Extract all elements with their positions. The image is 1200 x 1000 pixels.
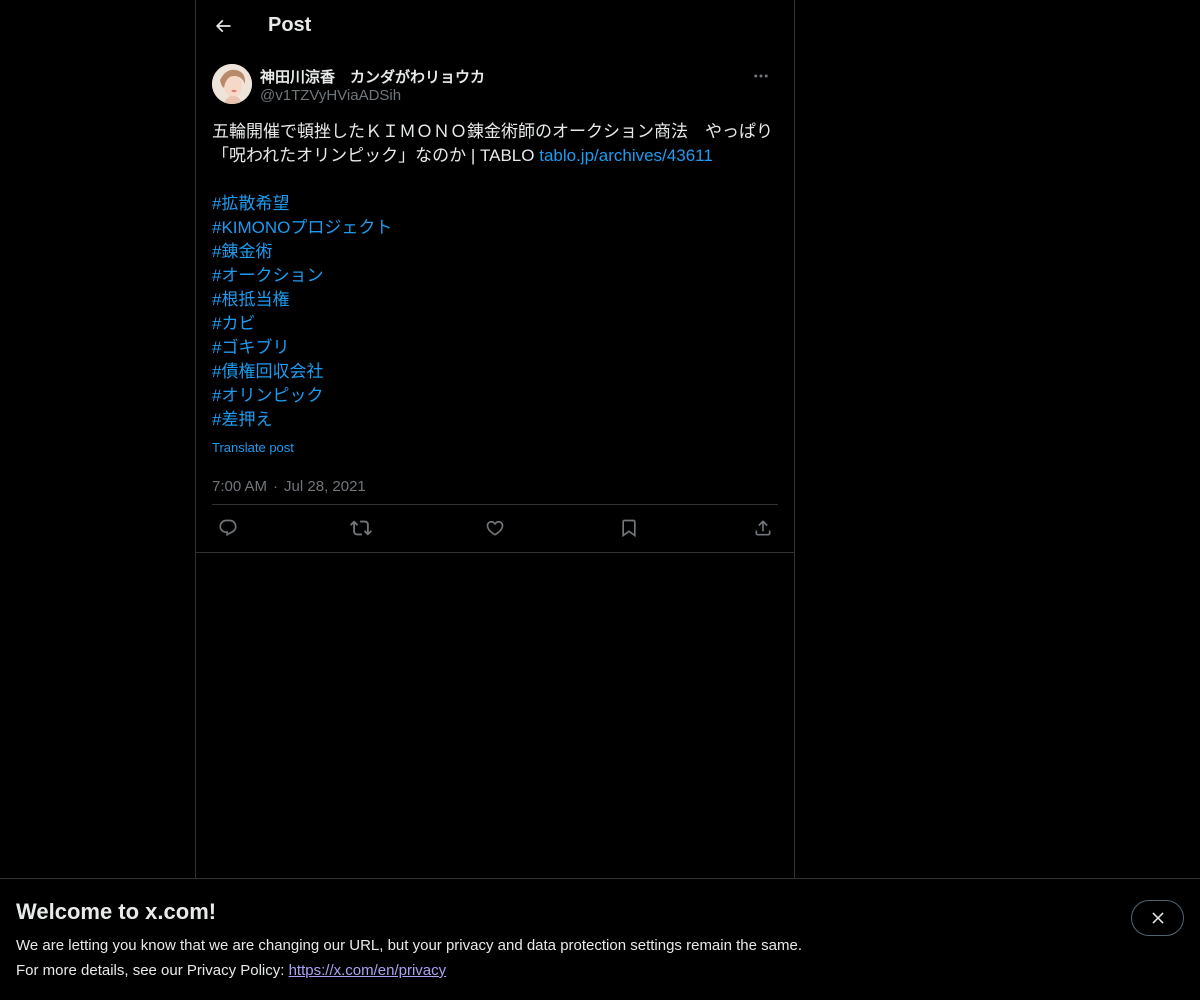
bookmark-icon — [619, 518, 639, 538]
article-link[interactable]: tablo.jp/archives/43611 — [539, 146, 713, 165]
banner-policy-text: For more details, see our Privacy Policy… — [16, 962, 289, 979]
author-name[interactable]: 神田川涼香 カンダがわリョウカ — [260, 66, 485, 87]
reply-button[interactable] — [211, 512, 245, 544]
hashtag-link[interactable]: #拡散希望 — [212, 192, 289, 216]
page-title: Post — [268, 14, 312, 36]
hashtag-link[interactable]: #カビ — [212, 312, 255, 336]
post-time[interactable]: 7:00 AM — [212, 478, 267, 495]
more-dots-icon — [752, 67, 770, 85]
post-date[interactable]: Jul 28, 2021 — [284, 478, 366, 495]
page-header: Post — [196, 0, 794, 54]
author-row: 神田川涼香 カンダがわリョウカ @v1TZVyHViaADSih — [212, 64, 778, 108]
post-actions — [212, 512, 778, 544]
timestamp-separator: · — [273, 478, 279, 495]
hashtag-link[interactable]: #オリンピック — [212, 384, 323, 408]
url-change-banner: Welcome to x.com! We are letting you kno… — [0, 878, 1200, 1000]
banner-title: Welcome to x.com! — [16, 899, 217, 924]
author-handle[interactable]: @v1TZVyHViaADSih — [260, 87, 401, 104]
repost-icon — [350, 517, 372, 539]
post-column: Post 神田川涼香 カンダがわリョウカ @v1TZVyHViaADSih 五輪… — [195, 0, 795, 880]
banner-close-button[interactable] — [1131, 900, 1184, 936]
banner-message: We are letting you know that we are chan… — [16, 937, 802, 954]
share-button[interactable] — [746, 512, 780, 544]
close-icon — [1149, 909, 1167, 927]
back-button[interactable] — [206, 9, 240, 43]
hashtag-link[interactable]: #錬金術 — [212, 240, 272, 264]
post-timestamp: 7:00 AM · Jul 28, 2021 — [212, 478, 778, 500]
divider — [196, 552, 794, 553]
post-text-line: 五輪開催で頓挫したＫＩＭＯＮＯ錬金術師のオークション商法 やっぱり — [212, 122, 773, 141]
more-options-button[interactable] — [744, 64, 778, 88]
avatar[interactable] — [212, 64, 252, 104]
hashtag-list: #拡散希望 #KIMONOプロジェクト #錬金術 #オークション #根抵当権 #… — [212, 192, 778, 432]
like-button[interactable] — [478, 512, 512, 544]
translate-post-link[interactable]: Translate post — [212, 436, 294, 460]
reply-icon — [218, 518, 238, 538]
hashtag-link[interactable]: #KIMONOプロジェクト — [212, 216, 392, 240]
hashtag-link[interactable]: #差押え — [212, 408, 272, 432]
post: 神田川涼香 カンダがわリョウカ @v1TZVyHViaADSih 五輪開催で頓挫… — [212, 64, 778, 500]
like-icon — [485, 518, 505, 538]
hashtag-link[interactable]: #根抵当権 — [212, 288, 289, 312]
post-text-line: 「呪われたオリンピック」なのか | TABLO tablo.jp/archive… — [212, 144, 778, 168]
post-text-fragment: 「呪われたオリンピック」なのか | TABLO — [212, 146, 540, 165]
post-text: 五輪開催で頓挫したＫＩＭＯＮＯ錬金術師のオークション商法 やっぱり 「呪われたオ… — [212, 120, 778, 460]
hashtag-link[interactable]: #ゴキブリ — [212, 336, 289, 360]
banner-policy-line: For more details, see our Privacy Policy… — [16, 962, 446, 979]
bookmark-button[interactable] — [612, 512, 646, 544]
divider — [212, 504, 778, 505]
hashtag-link[interactable]: #債権回収会社 — [212, 360, 323, 384]
repost-button[interactable] — [344, 512, 378, 544]
hashtag-link[interactable]: #オークション — [212, 264, 323, 288]
arrow-left-icon — [213, 16, 233, 36]
share-icon — [753, 518, 773, 538]
privacy-policy-link[interactable]: https://x.com/en/privacy — [289, 962, 447, 979]
